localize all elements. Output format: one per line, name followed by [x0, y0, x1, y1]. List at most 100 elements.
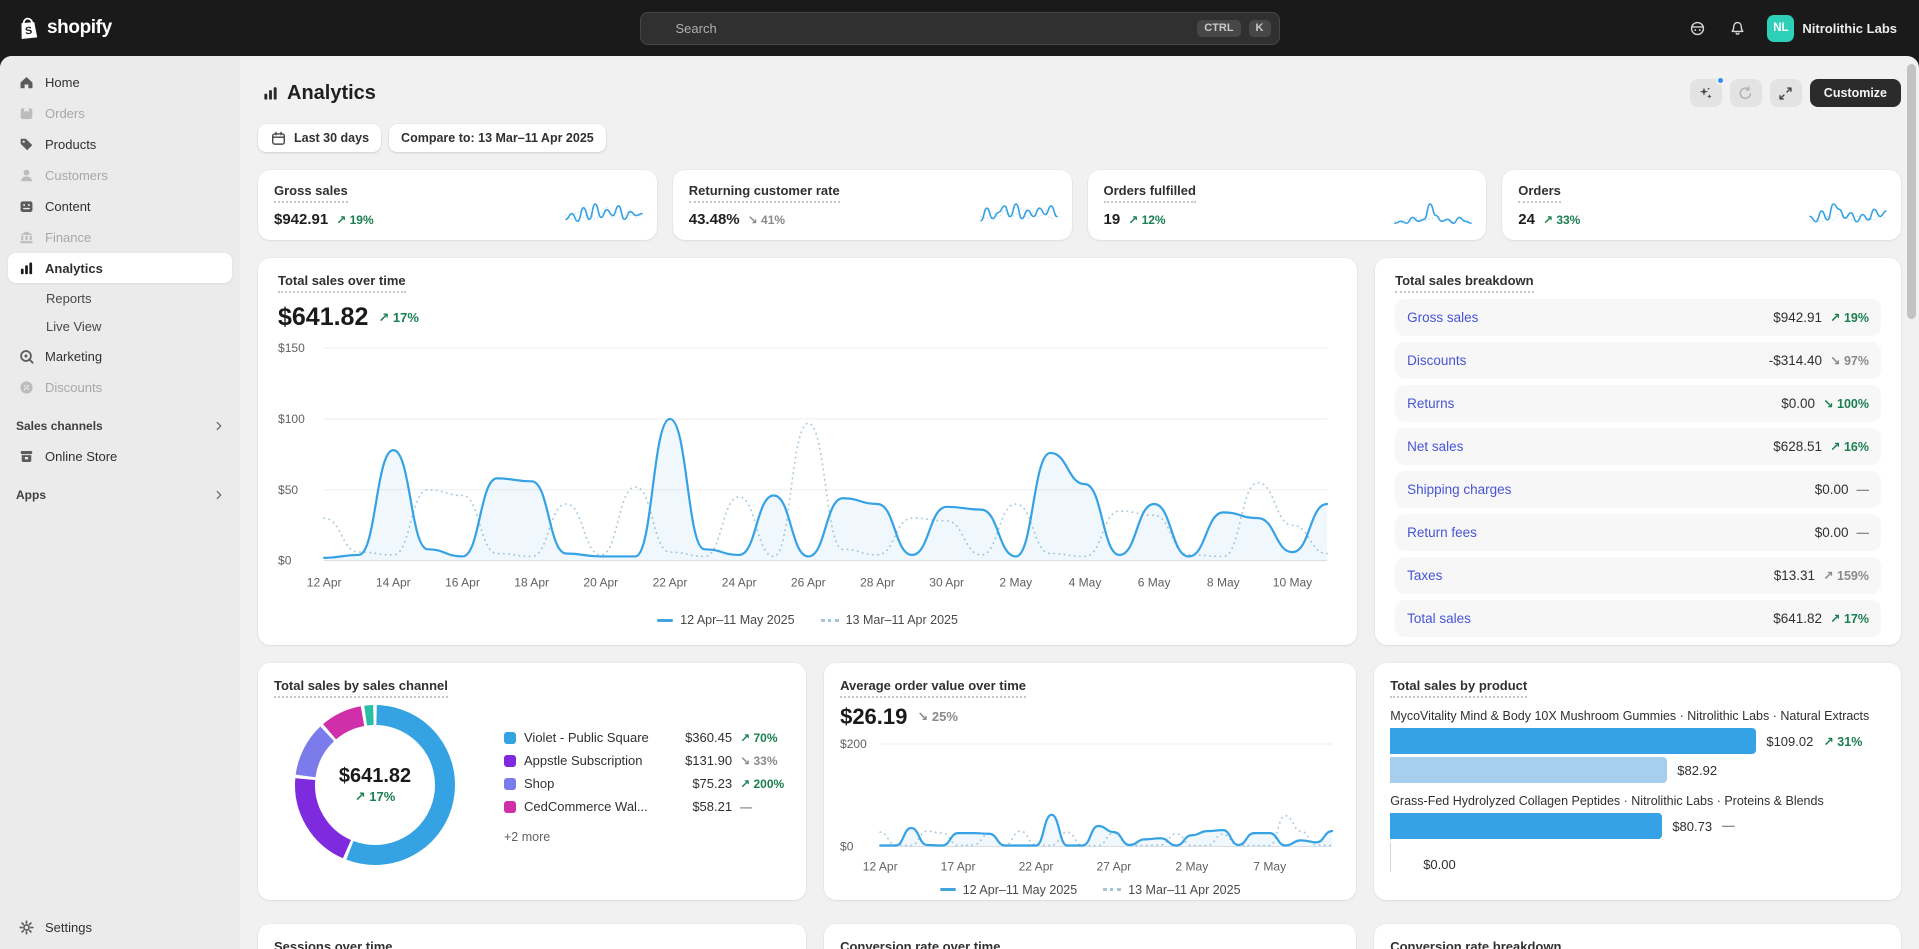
- svg-text:6 May: 6 May: [1138, 576, 1171, 590]
- channel-value: $360.45: [685, 730, 733, 746]
- customers-icon: [21, 169, 32, 181]
- delta-badge: ↗ 159%: [1823, 569, 1869, 584]
- svg-text:$0: $0: [840, 840, 854, 854]
- metric-card-orders[interactable]: Orders 24 ↗ 33%: [1502, 170, 1901, 240]
- card-title[interactable]: Conversion rate breakdown: [1390, 939, 1561, 949]
- breakdown-row-return-fees[interactable]: Return fees $0.00 —: [1395, 514, 1881, 552]
- search-icon: [651, 20, 668, 37]
- refresh-button[interactable]: [1729, 79, 1762, 107]
- sidebar-item-content[interactable]: Content: [8, 191, 232, 221]
- sidebar-item-reports[interactable]: Reports: [8, 284, 232, 312]
- sidekick-button[interactable]: [1681, 12, 1713, 44]
- search-input[interactable]: Search CTRL K: [639, 12, 1280, 45]
- breakdown-label[interactable]: Return fees: [1407, 525, 1477, 540]
- sales-by-channel-card: Total sales by sales channel $641.82 ↗ 1…: [258, 663, 807, 900]
- expand-button[interactable]: [1769, 79, 1802, 107]
- compare-button[interactable]: Compare to: 13 Mar–11 Apr 2025: [389, 124, 606, 152]
- more-channels-link[interactable]: +2 more: [504, 830, 786, 844]
- date-range-button[interactable]: Last 30 days: [258, 124, 382, 152]
- svg-text:22 Apr: 22 Apr: [1019, 860, 1054, 874]
- product-bar-row: $82.92: [1390, 757, 1885, 784]
- channel-value: $75.23: [692, 776, 733, 792]
- customize-button[interactable]: Customize: [1809, 79, 1901, 107]
- donut-chart: $641.82 ↗ 17%: [290, 700, 460, 870]
- sidebar-section-sales-channels[interactable]: Sales channels: [0, 412, 240, 440]
- sidebar-item-label: Content: [45, 198, 91, 214]
- breakdown-label[interactable]: Shipping charges: [1407, 482, 1511, 497]
- breakdown-value: -$314.40: [1768, 353, 1823, 369]
- metric-title[interactable]: Orders fulfilled: [1103, 183, 1196, 204]
- breakdown-label[interactable]: Returns: [1407, 396, 1454, 411]
- sidebar: Home Orders Products Customers Content Financ…: [0, 56, 240, 949]
- shopify-bag-icon: S: [16, 15, 41, 42]
- svg-text:30 Apr: 30 Apr: [929, 576, 964, 590]
- breakdown-label[interactable]: Net sales: [1407, 439, 1463, 454]
- notifications-button[interactable]: [1721, 12, 1753, 44]
- store-name: Nitrolithic Labs: [1802, 20, 1897, 36]
- bell-icon: [1731, 21, 1744, 35]
- delta-badge: —: [740, 799, 753, 814]
- svg-text:$100: $100: [278, 412, 305, 426]
- metric-title[interactable]: Gross sales: [274, 183, 348, 204]
- breakdown-label[interactable]: Total sales: [1407, 611, 1471, 626]
- sidebar-item-products[interactable]: Products: [8, 129, 232, 159]
- metric-card-returning-customer-rate[interactable]: Returning customer rate 43.48% ↘ 41%: [672, 170, 1072, 240]
- breakdown-label[interactable]: Discounts: [1407, 353, 1466, 368]
- breakdown-value: $0.00: [1814, 482, 1849, 498]
- breakdown-row-returns[interactable]: Returns $0.00 ↘ 100%: [1395, 385, 1881, 423]
- sidebar-item-home[interactable]: Home: [8, 67, 232, 97]
- product-bar-value: $82.92: [1677, 762, 1718, 778]
- breakdown-row-gross-sales[interactable]: Gross sales $942.91 ↗ 19%: [1395, 299, 1881, 337]
- total-sales-line-svg: $150 $100 $50 $0 12 Apr 14 Apr 16 Apr 18 Apr 20 …: [278, 341, 1329, 590]
- sidebar-item-label: Home: [45, 74, 80, 90]
- sparkle-insights-button[interactable]: [1689, 76, 1725, 107]
- breakdown-row-taxes[interactable]: Taxes $13.31 ↗ 159%: [1395, 557, 1881, 595]
- chart-title-total-sales[interactable]: Total sales over time: [278, 273, 406, 294]
- breakdown-row-shipping-charges[interactable]: Shipping charges $0.00 —: [1395, 471, 1881, 509]
- sidebar-item-live-view[interactable]: Live View: [8, 312, 232, 340]
- svg-text:10 May: 10 May: [1273, 576, 1312, 590]
- metric-title[interactable]: Returning customer rate: [688, 183, 840, 204]
- card-title[interactable]: Sessions over time: [274, 939, 393, 949]
- chevron-right-icon: [216, 421, 222, 431]
- breakdown-row-net-sales[interactable]: Net sales $628.51 ↗ 16%: [1395, 428, 1881, 466]
- sidebar-item-marketing[interactable]: Marketing: [8, 341, 232, 371]
- metric-card-gross-sales[interactable]: Gross sales $942.91 ↗ 19%: [258, 170, 657, 240]
- sidebar-item-analytics[interactable]: Analytics: [8, 253, 232, 283]
- card-title[interactable]: Conversion rate over time: [840, 939, 1000, 949]
- channel-legend-item-appstle-subscription: Appstle Subscription $131.90 ↘ 33%: [504, 749, 786, 772]
- svg-text:12 Apr: 12 Apr: [863, 860, 898, 874]
- metric-value: 24: [1518, 211, 1535, 229]
- store-avatar: NL: [1767, 14, 1795, 42]
- product-bar-current[interactable]: [1390, 813, 1663, 840]
- metric-title[interactable]: Orders: [1518, 183, 1561, 204]
- products-title[interactable]: Total sales by product: [1390, 678, 1528, 699]
- channel-title[interactable]: Total sales by sales channel: [274, 678, 448, 699]
- sidebar-item-label: Marketing: [45, 348, 103, 364]
- aov-title[interactable]: Average order value over time: [840, 678, 1027, 699]
- sidebar-item-label: Discounts: [45, 379, 103, 395]
- store-menu[interactable]: NL Nitrolithic Labs: [1761, 12, 1903, 45]
- conversion-rate-over-time-card: Conversion rate over time: [824, 924, 1357, 949]
- breakdown-label[interactable]: Gross sales: [1407, 310, 1478, 325]
- breakdown-row-discounts[interactable]: Discounts -$314.40 ↘ 97%: [1395, 342, 1881, 380]
- scrollbar[interactable]: [1907, 64, 1916, 319]
- breakdown-value: $0.00: [1781, 396, 1816, 412]
- content-icon: [20, 200, 33, 212]
- breakdown-label[interactable]: Taxes: [1407, 568, 1442, 583]
- product-bar-current[interactable]: [1390, 728, 1757, 755]
- sidebar-item-label: Orders: [45, 105, 85, 121]
- sidebar-item-online-store[interactable]: Online Store: [8, 441, 232, 471]
- breakdown-title[interactable]: Total sales breakdown: [1395, 273, 1534, 294]
- svg-text:4 May: 4 May: [1069, 576, 1102, 590]
- svg-text:27 Apr: 27 Apr: [1097, 860, 1132, 874]
- metric-card-orders-fulfilled[interactable]: Orders fulfilled 19 ↗ 12%: [1087, 170, 1487, 240]
- product-bar-previous[interactable]: [1390, 757, 1668, 784]
- breakdown-row-total-sales[interactable]: Total sales $641.82 ↗ 17%: [1395, 600, 1881, 638]
- sidebar-section-apps[interactable]: Apps: [0, 481, 240, 509]
- chevron-right-icon: [216, 490, 222, 500]
- metric-sparkline: [564, 203, 643, 223]
- shopify-logo[interactable]: S shopify: [16, 15, 112, 42]
- sidebar-item-settings[interactable]: Settings: [8, 911, 232, 943]
- svg-text:8 May: 8 May: [1207, 576, 1240, 590]
